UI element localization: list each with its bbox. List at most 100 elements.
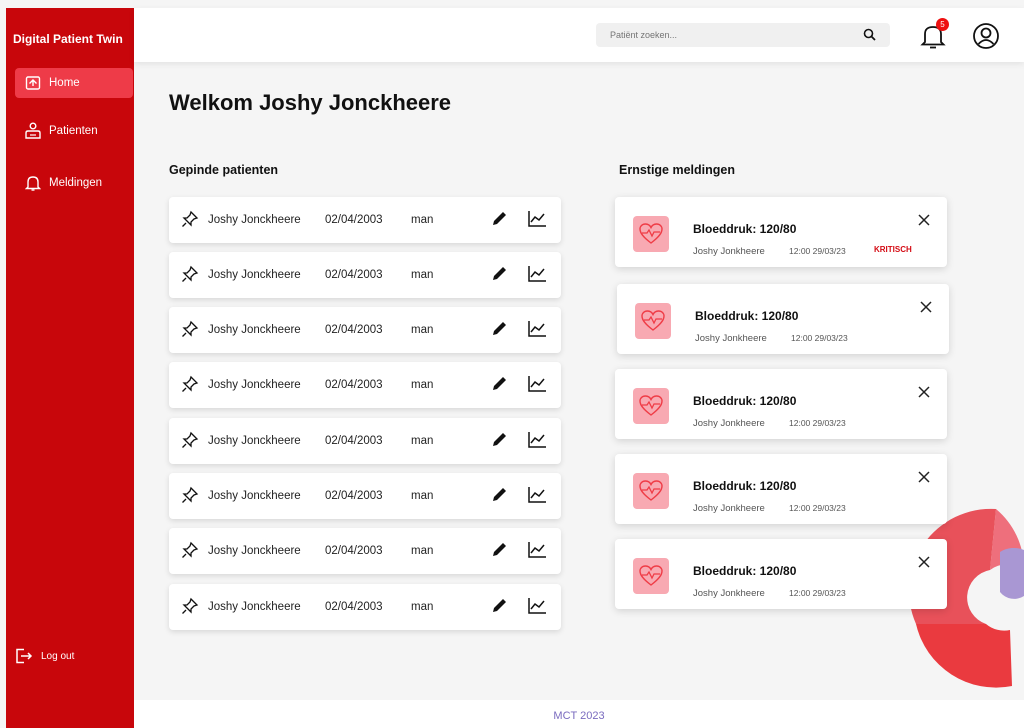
patient-name: Joshy Jonckheere — [208, 214, 301, 226]
search-bar — [596, 23, 890, 47]
patient-dob: 02/04/2003 — [325, 545, 383, 557]
patient-row[interactable]: Joshy Jonckheere 02/04/2003 man — [169, 584, 561, 630]
patient-dob: 02/04/2003 — [325, 435, 383, 447]
edit-pencil-icon[interactable] — [490, 597, 508, 618]
pin-icon[interactable] — [181, 486, 199, 507]
edit-pencil-icon[interactable] — [490, 431, 508, 452]
alert-card[interactable]: Bloeddruk: 120/80 Joshy Jonkheere 12:00 … — [615, 369, 947, 439]
chart-icon[interactable] — [527, 431, 547, 452]
close-icon[interactable] — [917, 555, 931, 574]
topbar: 5 — [134, 8, 1024, 62]
edit-pencil-icon[interactable] — [490, 210, 508, 231]
edit-pencil-icon[interactable] — [490, 486, 508, 507]
page-title: Welkom Joshy Jonckheere — [169, 90, 452, 115]
notification-badge: 5 — [936, 18, 949, 31]
notifications-button[interactable]: 5 — [920, 18, 949, 50]
alert-title: Bloeddruk: 120/80 — [693, 394, 797, 408]
edit-pencil-icon[interactable] — [490, 320, 508, 341]
pin-icon[interactable] — [181, 431, 199, 452]
patient-row[interactable]: Joshy Jonckheere 02/04/2003 man — [169, 307, 561, 353]
edit-pencil-icon[interactable] — [490, 541, 508, 562]
critical-badge: KRITISCH — [874, 245, 912, 254]
sidebar-item-home[interactable]: Home — [15, 68, 133, 98]
chart-icon[interactable] — [527, 320, 547, 341]
patient-row[interactable]: Joshy Jonckheere 02/04/2003 man — [169, 362, 561, 408]
patient-row[interactable]: Joshy Jonckheere 02/04/2003 man — [169, 473, 561, 519]
heart-rate-icon — [635, 303, 671, 339]
chart-icon[interactable] — [527, 265, 547, 286]
alert-title: Bloeddruk: 120/80 — [695, 309, 799, 323]
patient-row[interactable]: Joshy Jonckheere 02/04/2003 man — [169, 418, 561, 464]
edit-pencil-icon[interactable] — [490, 265, 508, 286]
chart-icon[interactable] — [527, 541, 547, 562]
alert-card[interactable]: Bloeddruk: 120/80 Joshy Jonkheere 12:00 … — [615, 539, 947, 609]
patient-row[interactable]: Joshy Jonckheere 02/04/2003 man — [169, 197, 561, 243]
alert-card[interactable]: Bloeddruk: 120/80 Joshy Jonkheere 12:00 … — [617, 284, 949, 354]
pin-icon[interactable] — [181, 375, 199, 396]
alert-title: Bloeddruk: 120/80 — [693, 564, 797, 578]
pin-icon[interactable] — [181, 265, 199, 286]
sidebar-item-label: Home — [49, 77, 80, 89]
chart-icon[interactable] — [527, 375, 547, 396]
search-icon[interactable] — [863, 28, 876, 46]
patient-icon — [24, 122, 42, 140]
pin-icon[interactable] — [181, 320, 199, 341]
alert-timestamp: 12:00 29/03/23 — [789, 418, 846, 428]
alert-timestamp: 12:00 29/03/23 — [789, 503, 846, 513]
patient-name: Joshy Jonckheere — [208, 490, 301, 502]
logout-button[interactable]: Log out — [15, 642, 74, 670]
patient-gender: man — [411, 545, 434, 557]
patient-dob: 02/04/2003 — [325, 324, 383, 336]
sidebar-item-patients[interactable]: Patienten — [15, 116, 133, 146]
alert-title: Bloeddruk: 120/80 — [693, 222, 797, 236]
patient-gender: man — [411, 601, 434, 613]
close-icon[interactable] — [917, 213, 931, 232]
bell-icon — [24, 174, 42, 192]
alert-patient-name: Joshy Jonkheere — [693, 418, 765, 429]
sidebar-item-label: Patienten — [49, 125, 98, 137]
sidebar-item-notifications[interactable]: Meldingen — [15, 168, 133, 198]
patient-dob: 02/04/2003 — [325, 490, 383, 502]
patient-dob: 02/04/2003 — [325, 214, 383, 226]
alert-timestamp: 12:00 29/03/23 — [791, 333, 848, 343]
close-icon[interactable] — [919, 300, 933, 319]
patient-dob: 02/04/2003 — [325, 379, 383, 391]
alert-title: Bloeddruk: 120/80 — [693, 479, 797, 493]
alert-patient-name: Joshy Jonkheere — [693, 588, 765, 599]
pin-icon[interactable] — [181, 597, 199, 618]
patient-row[interactable]: Joshy Jonckheere 02/04/2003 man — [169, 528, 561, 574]
logout-label: Log out — [41, 650, 75, 662]
patient-gender: man — [411, 214, 434, 226]
user-profile-button[interactable] — [972, 22, 1000, 50]
heart-rate-icon — [633, 388, 669, 424]
alert-timestamp: 12:00 29/03/23 — [789, 246, 846, 256]
sidebar: Digital Patient Twin Home Patienten Meld… — [6, 8, 134, 728]
patient-gender: man — [411, 435, 434, 447]
edit-pencil-icon[interactable] — [490, 375, 508, 396]
alert-card[interactable]: Bloeddruk: 120/80 Joshy Jonkheere 12:00 … — [615, 197, 947, 267]
chart-icon[interactable] — [527, 486, 547, 507]
alert-patient-name: Joshy Jonkheere — [695, 333, 767, 344]
patient-row[interactable]: Joshy Jonckheere 02/04/2003 man — [169, 252, 561, 298]
chart-icon[interactable] — [527, 597, 547, 618]
alert-card[interactable]: Bloeddruk: 120/80 Joshy Jonkheere 12:00 … — [615, 454, 947, 524]
critical-alerts-title: Ernstige meldingen — [619, 163, 735, 177]
home-icon — [24, 74, 42, 92]
alert-timestamp: 12:00 29/03/23 — [789, 588, 846, 598]
close-icon[interactable] — [917, 470, 931, 489]
patient-name: Joshy Jonckheere — [208, 269, 301, 281]
alert-patient-name: Joshy Jonkheere — [693, 503, 765, 514]
close-icon[interactable] — [917, 385, 931, 404]
patient-gender: man — [411, 490, 434, 502]
sidebar-item-label: Meldingen — [49, 177, 103, 189]
pin-icon[interactable] — [181, 210, 199, 231]
patient-gender: man — [411, 379, 434, 391]
chart-icon[interactable] — [527, 210, 547, 231]
patient-name: Joshy Jonckheere — [208, 545, 301, 557]
search-input[interactable] — [596, 30, 846, 40]
pin-icon[interactable] — [181, 541, 199, 562]
patient-name: Joshy Jonckheere — [208, 601, 301, 613]
patient-gender: man — [411, 324, 434, 336]
heart-rate-icon — [633, 558, 669, 594]
app-brand: Digital Patient Twin — [13, 32, 123, 46]
